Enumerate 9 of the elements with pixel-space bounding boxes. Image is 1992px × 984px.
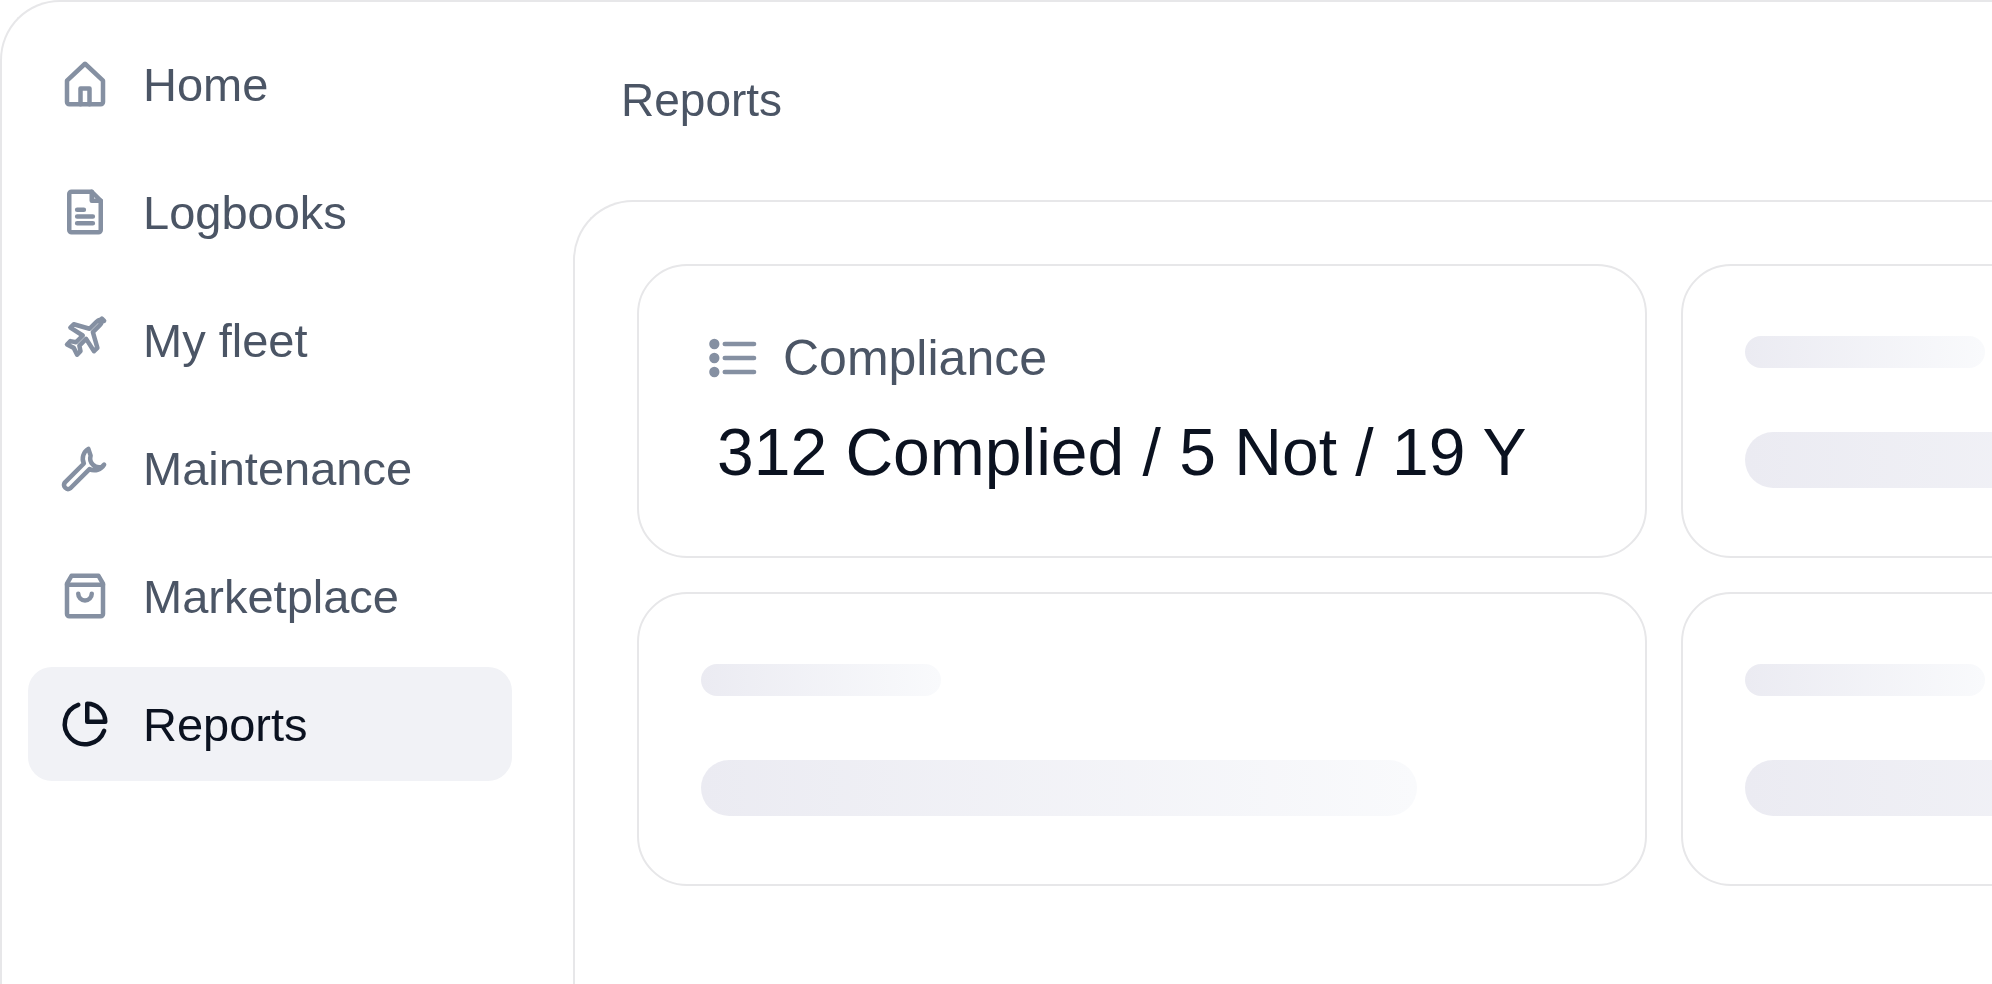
nav-item[interactable]: Logbooks (28, 155, 512, 269)
nav-item[interactable]: My fleet (28, 283, 512, 397)
page-title: Reports (621, 73, 784, 128)
card-value: 312 Complied / 5 Not / 19 Y (717, 414, 1528, 491)
card-title: Compliance (783, 329, 1047, 388)
nav-item[interactable]: Reports (28, 667, 512, 781)
nav-item[interactable]: Marketplace (28, 539, 512, 653)
nav-item[interactable]: Home (28, 27, 512, 141)
nav-item[interactable]: Maintenance (28, 411, 512, 525)
